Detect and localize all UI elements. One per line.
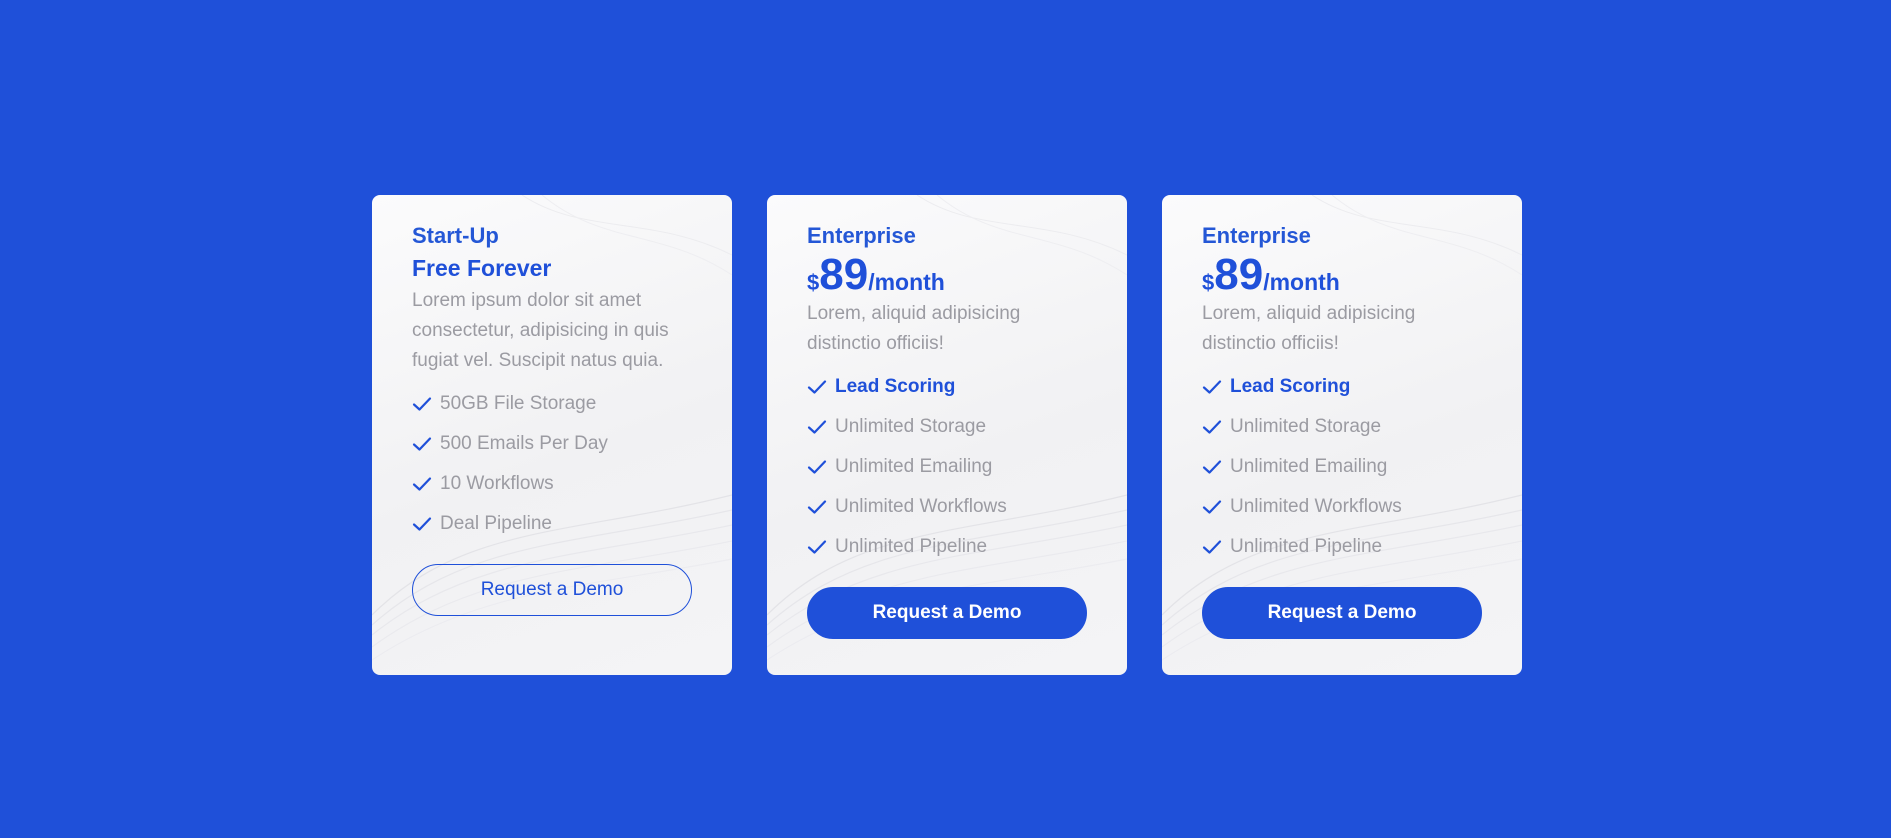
feature-label: Unlimited Pipeline — [835, 536, 988, 557]
feature-item: Lead Scoring — [1202, 367, 1482, 407]
feature-label: Lead Scoring — [1230, 376, 1351, 397]
check-icon — [807, 420, 827, 434]
plan-name: Enterprise — [807, 223, 916, 248]
price-amount: 89 — [819, 250, 869, 299]
price-amount: 89 — [1214, 250, 1264, 299]
feature-label: 50GB File Storage — [440, 393, 597, 414]
feature-item: Deal Pipeline — [412, 504, 692, 544]
feature-item: Unlimited Emailing — [1202, 447, 1482, 487]
feature-label: Unlimited Emailing — [1230, 456, 1388, 477]
feature-item: 10 Workflows — [412, 464, 692, 504]
price-currency: $ — [807, 270, 820, 295]
feature-label: Lead Scoring — [835, 376, 956, 397]
check-icon — [1202, 500, 1222, 514]
check-icon — [1202, 540, 1222, 554]
plan-price: $89/month — [807, 251, 1087, 297]
pricing-section: Start-Up Free Forever Lorem ipsum dolor … — [372, 195, 1522, 675]
feature-label: Unlimited Workflows — [1230, 496, 1402, 517]
request-demo-button[interactable]: Request a Demo — [1202, 587, 1482, 639]
check-icon — [1202, 380, 1222, 394]
check-icon — [807, 540, 827, 554]
feature-label: 500 Emails Per Day — [440, 433, 608, 454]
check-icon — [1202, 420, 1222, 434]
feature-item: Unlimited Emailing — [807, 447, 1087, 487]
feature-label: Unlimited Emailing — [835, 456, 993, 477]
feature-list: Lead Scoring Unlimited Storage Unlimited… — [807, 367, 1087, 567]
request-demo-button[interactable]: Request a Demo — [807, 587, 1087, 639]
feature-label: Unlimited Workflows — [835, 496, 1007, 517]
plan-description: Lorem, aliquid adipisicing distinctio of… — [807, 303, 1021, 354]
feature-label: Deal Pipeline — [440, 513, 552, 534]
check-icon — [412, 477, 432, 491]
check-icon — [412, 517, 432, 531]
pricing-card-startup: Start-Up Free Forever Lorem ipsum dolor … — [372, 195, 732, 675]
plan-name: Enterprise — [1202, 223, 1311, 248]
feature-item: Unlimited Pipeline — [1202, 527, 1482, 567]
feature-item: 500 Emails Per Day — [412, 424, 692, 464]
plan-price: $89/month — [1202, 251, 1482, 297]
check-icon — [807, 460, 827, 474]
feature-item: Unlimited Workflows — [1202, 487, 1482, 527]
feature-list: 50GB File Storage 500 Emails Per Day 10 … — [412, 384, 692, 544]
request-demo-button[interactable]: Request a Demo — [412, 564, 692, 616]
plan-description: Lorem ipsum dolor sit amet consectetur, … — [412, 290, 669, 371]
feature-label: Unlimited Storage — [835, 416, 987, 437]
check-icon — [412, 397, 432, 411]
plan-name: Start-Up — [412, 223, 499, 248]
feature-label: 10 Workflows — [440, 473, 554, 494]
pricing-card-enterprise: Enterprise $89/month Lorem, aliquid adip… — [767, 195, 1127, 675]
check-icon — [412, 437, 432, 451]
plan-description: Lorem, aliquid adipisicing distinctio of… — [1202, 303, 1416, 354]
check-icon — [807, 500, 827, 514]
feature-item: Lead Scoring — [807, 367, 1087, 407]
price-period: /month — [868, 269, 945, 295]
plan-price: Free Forever — [412, 255, 552, 281]
feature-list: Lead Scoring Unlimited Storage Unlimited… — [1202, 367, 1482, 567]
feature-item: 50GB File Storage — [412, 384, 692, 424]
feature-label: Unlimited Pipeline — [1230, 536, 1383, 557]
check-icon — [807, 380, 827, 394]
feature-item: Unlimited Workflows — [807, 487, 1087, 527]
pricing-card-enterprise: Enterprise $89/month Lorem, aliquid adip… — [1162, 195, 1522, 675]
price-currency: $ — [1202, 270, 1215, 295]
feature-label: Unlimited Storage — [1230, 416, 1382, 437]
feature-item: Unlimited Storage — [807, 407, 1087, 447]
price-period: /month — [1263, 269, 1340, 295]
feature-item: Unlimited Pipeline — [807, 527, 1087, 567]
feature-item: Unlimited Storage — [1202, 407, 1482, 447]
check-icon — [1202, 460, 1222, 474]
